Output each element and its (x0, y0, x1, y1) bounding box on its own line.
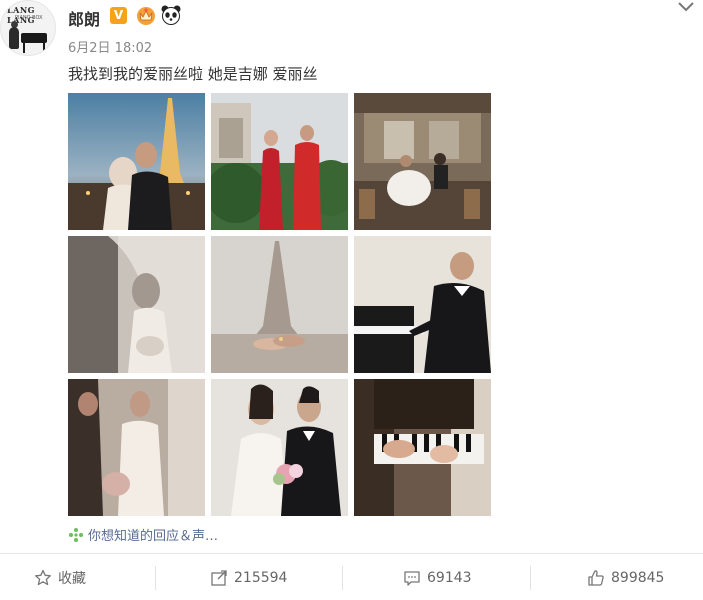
like-button[interactable]: 899845 (587, 568, 664, 588)
photo-hands-on-keys[interactable] (354, 379, 491, 516)
post-text: 我找到我的爱丽丝啦 她是吉娜 爱丽丝 (68, 65, 318, 83)
photo-red-qipao-arch[interactable] (211, 93, 348, 230)
comment-button[interactable]: 69143 (403, 568, 472, 588)
avatar-subline: PIANO BOX (15, 15, 43, 21)
photo-eiffel-hands[interactable] (211, 236, 348, 373)
related-topic-label: 你想知道的回应＆声… (88, 529, 219, 544)
photo-bride-veil[interactable] (68, 236, 205, 373)
crown-badge-icon[interactable] (135, 4, 157, 26)
comment-count: 69143 (427, 570, 472, 586)
username[interactable]: 郎朗 (68, 6, 100, 30)
divider (0, 553, 703, 554)
favorite-button[interactable]: 收藏 (34, 568, 86, 588)
chevron-down-icon[interactable] (676, 0, 696, 14)
weibo-post-card: LANG LANG PIANO BOX 郎朗 V 6月2日 18:02 我找到我… (0, 0, 703, 600)
sparkle-icon (69, 527, 83, 542)
avatar[interactable]: LANG LANG PIANO BOX (0, 0, 56, 56)
photo-couple-lace-dress[interactable] (68, 379, 205, 516)
photo-paris-cafe[interactable] (354, 93, 491, 230)
thumbs-up-icon (588, 570, 604, 586)
star-icon (35, 569, 51, 586)
related-topic-link[interactable]: 你想知道的回应＆声… (68, 525, 218, 544)
verified-badge-icon[interactable]: V (110, 7, 127, 24)
photo-couple-bouquet[interactable] (211, 379, 348, 516)
avatar-piano-leg (23, 43, 25, 53)
repost-count: 215594 (234, 570, 288, 586)
photo-groom-piano[interactable] (354, 236, 491, 373)
photo-eiffel-night-couple[interactable] (68, 93, 205, 230)
avatar-piano-leg (43, 43, 45, 53)
avatar-person-body (9, 27, 19, 49)
avatar-piano (21, 33, 47, 43)
panda-badge-icon[interactable] (160, 4, 182, 26)
like-count: 899845 (611, 570, 665, 586)
favorite-label: 收藏 (58, 571, 86, 587)
post-timestamp[interactable]: 6月2日 18:02 (68, 37, 152, 56)
action-separator (530, 566, 531, 590)
comment-icon (404, 571, 420, 586)
share-icon (211, 570, 227, 586)
action-separator (342, 566, 343, 590)
action-separator (155, 566, 156, 590)
repost-button[interactable]: 215594 (210, 568, 287, 588)
photo-grid (68, 93, 492, 517)
